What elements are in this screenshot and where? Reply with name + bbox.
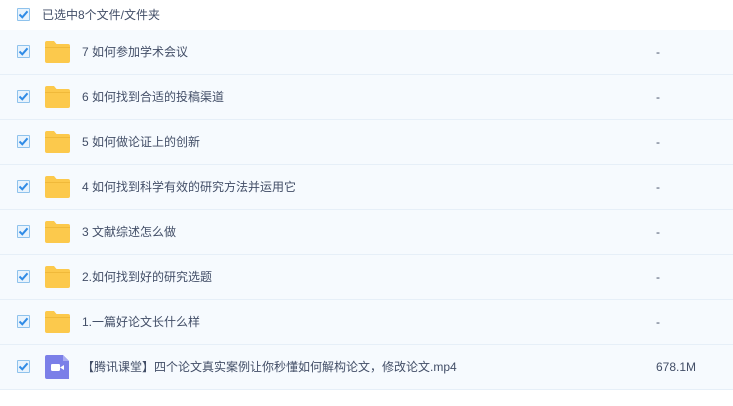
checkmark-icon	[18, 92, 29, 101]
folder-icon	[45, 221, 70, 243]
folder-icon	[45, 176, 70, 198]
file-name[interactable]: 2.如何找到好的研究选题	[82, 269, 212, 285]
checkmark-icon	[18, 317, 29, 326]
file-row[interactable]: 2.如何找到好的研究选题 -	[0, 255, 733, 300]
row-checkbox[interactable]	[17, 225, 30, 238]
file-row[interactable]: 5 如何做论证上的创新 -	[0, 120, 733, 165]
file-row[interactable]: 1.一篇好论文长什么样 -	[0, 300, 733, 345]
row-checkbox[interactable]	[17, 180, 30, 193]
checkmark-icon	[18, 137, 29, 146]
row-checkbox[interactable]	[17, 45, 30, 58]
file-size: -	[656, 270, 660, 284]
file-size: -	[656, 135, 660, 149]
folder-icon	[45, 266, 70, 288]
file-size: -	[656, 90, 660, 104]
file-row[interactable]: 【腾讯课堂】四个论文真实案例让你秒懂如何解构论文，修改论文.mp4 678.1M	[0, 345, 733, 390]
row-checkbox[interactable]	[17, 270, 30, 283]
folder-icon	[45, 131, 70, 153]
file-name[interactable]: 1.一篇好论文长什么样	[82, 314, 200, 330]
file-row[interactable]: 4 如何找到科学有效的研究方法并运用它 -	[0, 165, 733, 210]
select-all-checkbox[interactable]	[17, 8, 30, 21]
row-checkbox[interactable]	[17, 360, 30, 373]
file-size: 678.1M	[656, 360, 697, 374]
file-size: -	[656, 180, 660, 194]
file-name[interactable]: 6 如何找到合适的投稿渠道	[82, 89, 224, 105]
file-size: -	[656, 45, 660, 59]
checkmark-icon	[18, 272, 29, 281]
file-name[interactable]: 4 如何找到科学有效的研究方法并运用它	[82, 179, 296, 195]
folder-icon	[45, 41, 70, 63]
file-row[interactable]: 3 文献综述怎么做 -	[0, 210, 733, 255]
checkmark-icon	[18, 362, 29, 371]
checkmark-icon	[18, 10, 29, 19]
file-name[interactable]: 5 如何做论证上的创新	[82, 134, 200, 150]
file-name[interactable]: 3 文献综述怎么做	[82, 224, 176, 240]
folder-icon	[45, 311, 70, 333]
checkmark-icon	[18, 47, 29, 56]
checkmark-icon	[18, 227, 29, 236]
file-row[interactable]: 7 如何参加学术会议 -	[0, 30, 733, 75]
row-checkbox[interactable]	[17, 315, 30, 328]
file-row[interactable]: 6 如何找到合适的投稿渠道 -	[0, 75, 733, 120]
file-list: 7 如何参加学术会议 - 6 如何找到合适的投稿渠道 - 5 如何做论证上的创新…	[0, 30, 733, 390]
file-name[interactable]: 7 如何参加学术会议	[82, 44, 188, 60]
file-name[interactable]: 【腾讯课堂】四个论文真实案例让你秒懂如何解构论文，修改论文.mp4	[82, 359, 457, 375]
checkmark-icon	[18, 182, 29, 191]
file-size: -	[656, 315, 660, 329]
selection-header: 已选中8个文件/文件夹	[0, 0, 733, 30]
folder-icon	[45, 86, 70, 108]
row-checkbox[interactable]	[17, 135, 30, 148]
row-checkbox[interactable]	[17, 90, 30, 103]
video-file-icon	[45, 355, 69, 379]
file-size: -	[656, 225, 660, 239]
selection-count-label: 已选中8个文件/文件夹	[42, 8, 161, 22]
